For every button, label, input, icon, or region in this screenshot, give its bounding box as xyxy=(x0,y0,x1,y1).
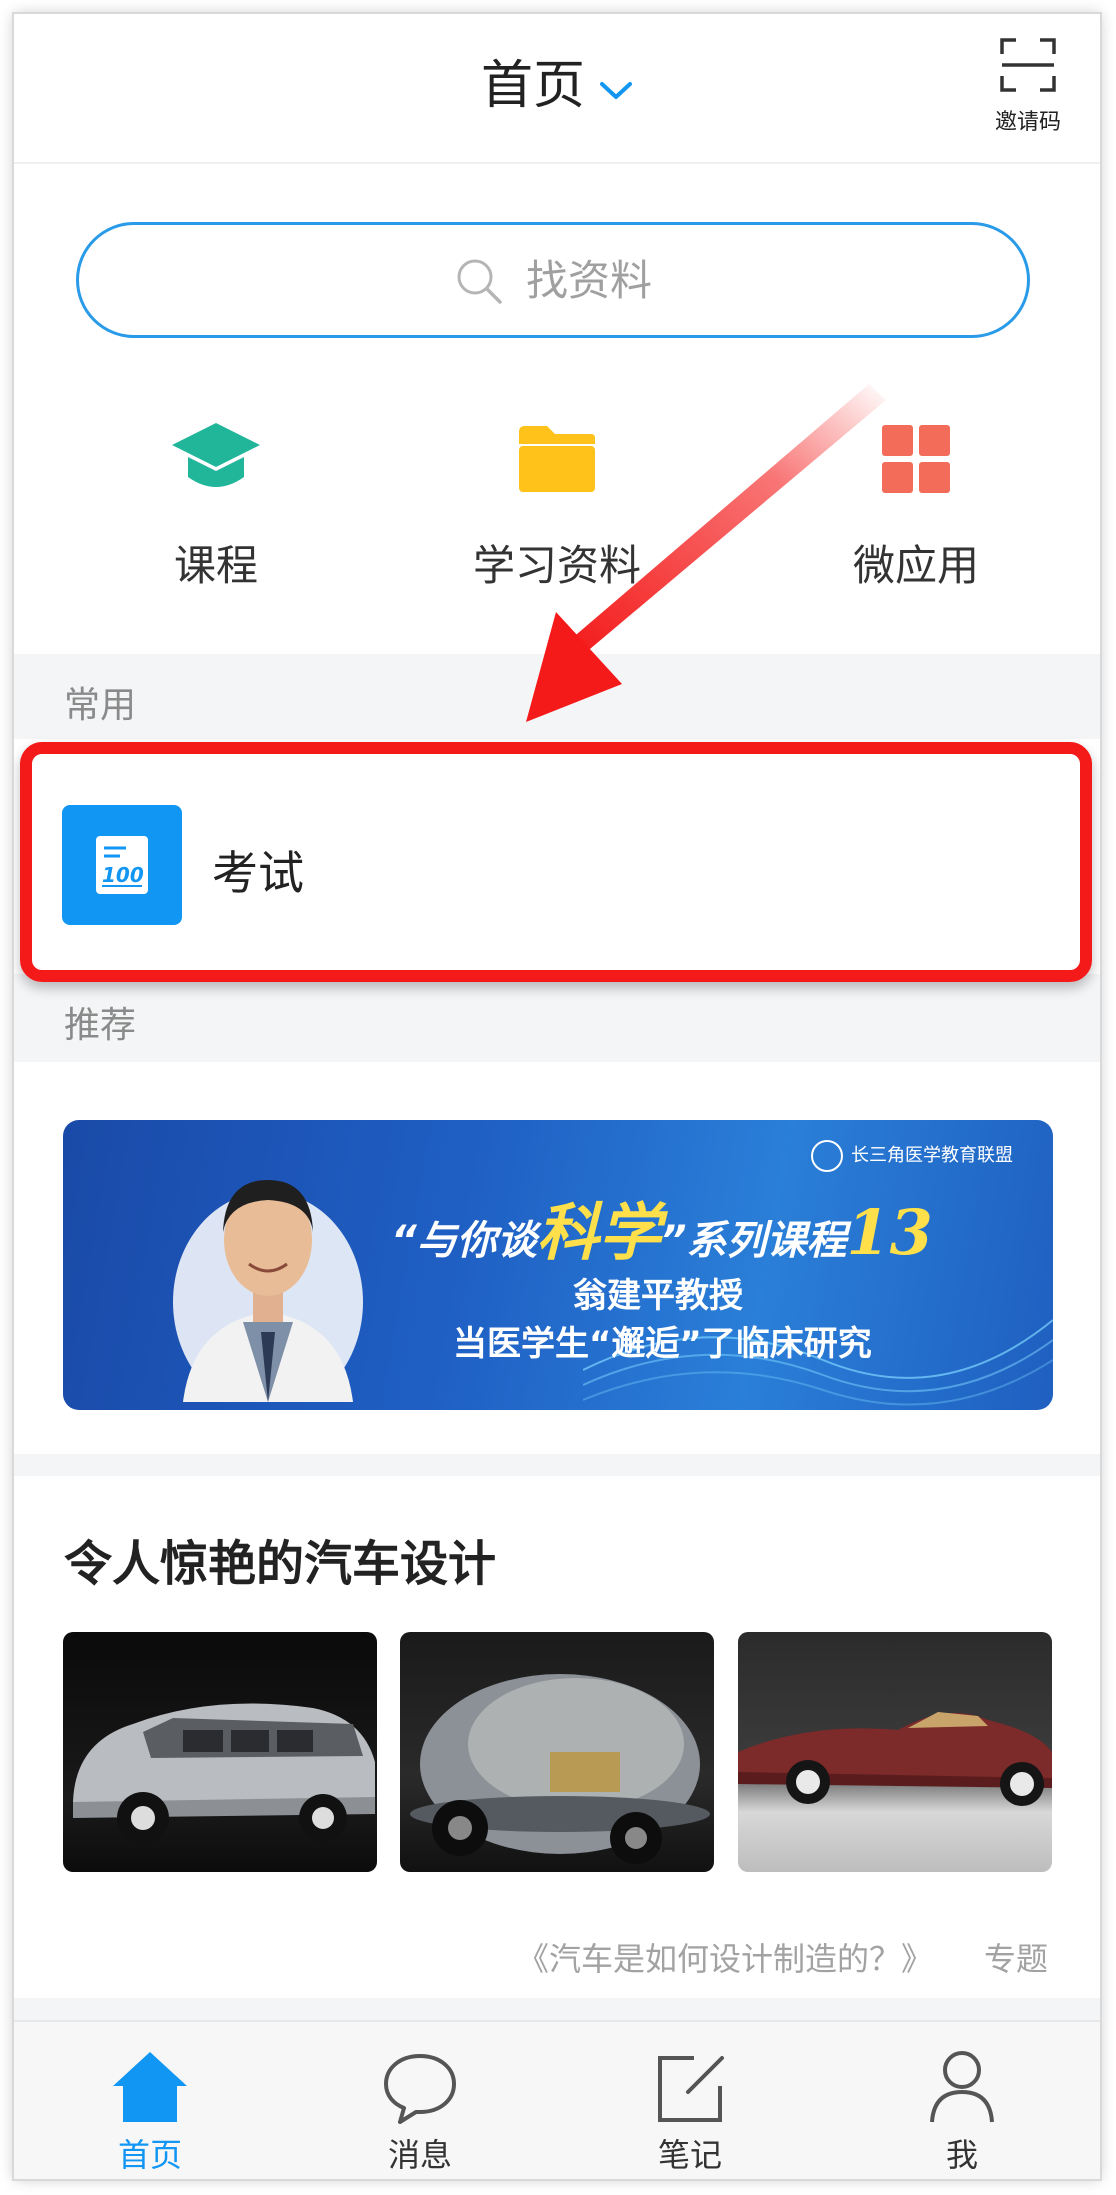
banner-org-logo: 长三角医学教育联盟 xyxy=(811,1140,1013,1172)
bottom-tab-bar: 首页 消息 笔记 我 xyxy=(14,2020,1100,2179)
car-thumbnail[interactable] xyxy=(400,1632,714,1872)
highlight-box xyxy=(20,742,1092,982)
tab-messages[interactable]: 消息 xyxy=(320,2044,520,2176)
section-divider xyxy=(14,1998,1100,2020)
tab-label: 我 xyxy=(945,2136,978,2174)
banner-headline: “与你谈科学”系列课程13 xyxy=(391,1196,933,1269)
car-thumbnail[interactable] xyxy=(63,1632,377,1872)
annotation-arrow-icon xyxy=(526,384,886,722)
tab-home[interactable]: 首页 xyxy=(50,2044,250,2176)
tab-label: 笔记 xyxy=(657,2136,722,2174)
home-icon xyxy=(50,2044,250,2124)
person-icon xyxy=(862,2044,1062,2124)
banner-subtitle: 当医学生“邂逅”了临床研究 xyxy=(453,1324,872,1364)
tab-label: 首页 xyxy=(117,2136,182,2174)
feature-caption-link[interactable]: 《汽车是如何设计制造的？》 xyxy=(517,1934,933,1980)
speaker-portrait xyxy=(173,1132,363,1410)
section-title: 推荐 xyxy=(64,1005,137,1046)
chat-bubble-icon xyxy=(320,2044,520,2124)
feature-tag[interactable]: 专题 xyxy=(984,1934,1048,1980)
car-thumbnail[interactable] xyxy=(738,1632,1052,1872)
banner-speaker: 翁建平教授 xyxy=(573,1276,743,1316)
tab-notes[interactable]: 笔记 xyxy=(590,2044,790,2176)
feature-title: 令人惊艳的汽车设计 xyxy=(64,1536,497,1592)
tab-me[interactable]: 我 xyxy=(862,2044,1062,2176)
section-divider xyxy=(14,1454,1100,1476)
recommend-banner[interactable]: 长三角医学教育联盟 “与你谈科学”系列课程13 翁建平教授 当医学生“邂逅”了临… xyxy=(63,1120,1053,1410)
recommend-section-header: 推荐 xyxy=(14,974,1100,1062)
tab-label: 消息 xyxy=(387,2136,452,2174)
app-screen: 首页 邀请码 找资料 课程 学习资料 微应用 常用 100 考试 推荐 长三角医… xyxy=(14,14,1100,2179)
note-edit-icon xyxy=(590,2044,790,2124)
